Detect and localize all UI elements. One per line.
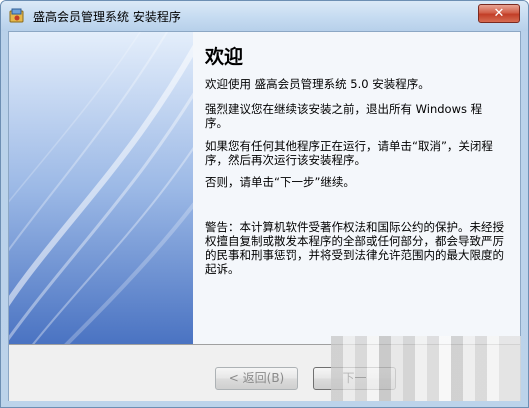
installer-app-icon	[9, 8, 24, 23]
installer-window: 盛高会员管理系统 安装程序 ✕ 欢迎 欢迎使用 盛高会员管理系统 5.0 安装程…	[0, 0, 529, 408]
wizard-side-banner	[9, 32, 193, 344]
close-icon: ✕	[493, 6, 505, 21]
window-title: 盛高会员管理系统 安装程序	[33, 10, 181, 24]
close-programs-text: 强烈建议您在继续该安装之前，退出所有 Windows 程序。	[205, 102, 483, 130]
welcome-text: 欢迎使用 盛高会员管理系统 5.0 安装程序。	[205, 77, 430, 91]
page-heading: 欢迎	[205, 46, 244, 68]
back-button[interactable]: < 返回(B)	[215, 367, 298, 390]
pixelated-overlay	[331, 336, 521, 401]
title-bar[interactable]: 盛高会员管理系统 安装程序 ✕	[1, 1, 528, 31]
welcome-content: 欢迎 欢迎使用 盛高会员管理系统 5.0 安装程序。 强烈建议您在继续该安装之前…	[193, 32, 520, 344]
banner-swirl-graphic	[9, 32, 193, 344]
cancel-instruction-text: 如果您有任何其他程序正在运行，请单击“取消”，关闭程序，然后再次运行该安装程序。	[205, 139, 493, 167]
close-button[interactable]: ✕	[478, 4, 520, 23]
continue-instruction-text: 否则，请单击“下一步”继续。	[205, 175, 355, 189]
copyright-warning-text: 警告：本计算机软件受著作权法和国际公约的保护。未经授权擅自复制或散发本程序的全部…	[205, 220, 504, 276]
